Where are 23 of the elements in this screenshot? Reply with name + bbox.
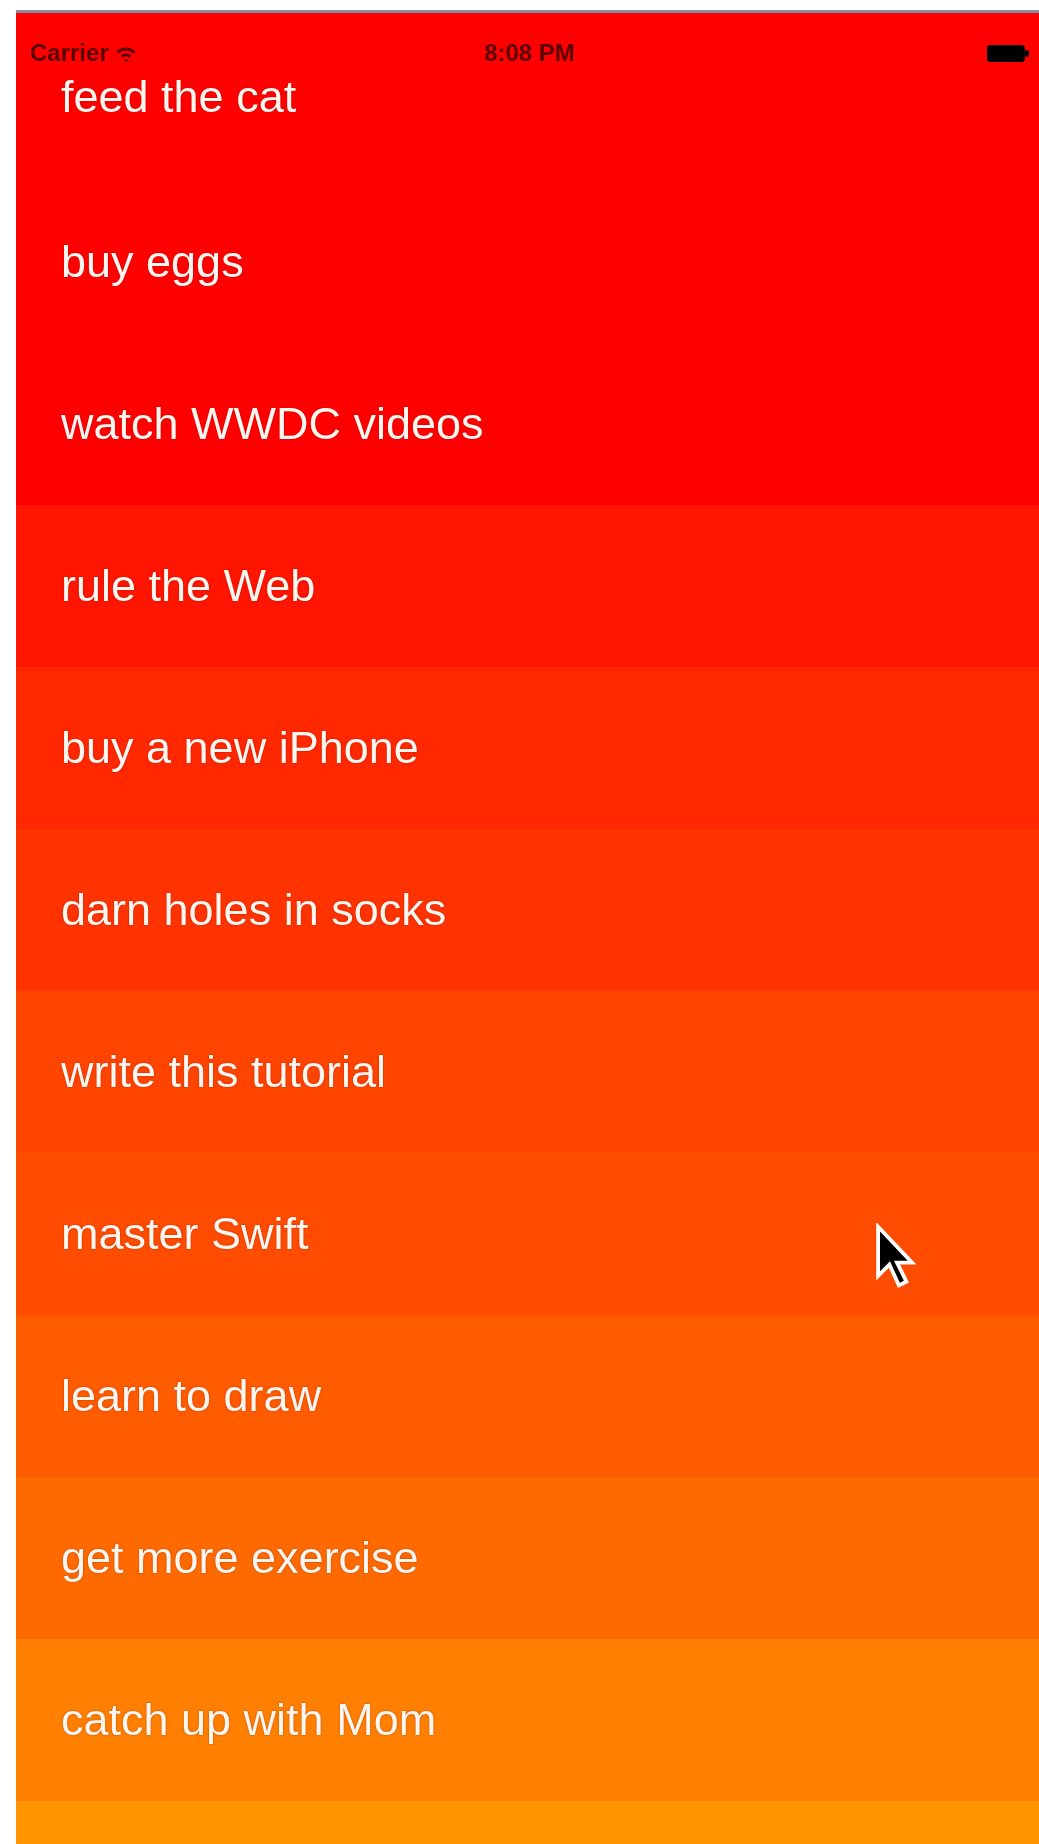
task-label: watch WWDC videos	[61, 398, 484, 450]
list-row[interactable]: write this tutorial	[16, 991, 1039, 1153]
task-label: feed the cat	[61, 71, 297, 123]
list-row[interactable]: catch up with Mom	[16, 1639, 1039, 1801]
task-label: rule the Web	[61, 560, 316, 612]
status-time: 8:08 PM	[484, 39, 575, 67]
task-label: buy eggs	[61, 236, 244, 288]
task-label: master Swift	[61, 1208, 309, 1260]
carrier-name: Carrier	[30, 39, 109, 67]
list-row[interactable]: learn to draw	[16, 1315, 1039, 1477]
list-row[interactable]: master Swift	[16, 1153, 1039, 1315]
task-label: buy a new iPhone	[61, 722, 419, 774]
task-label: get more exercise	[61, 1532, 419, 1584]
list-row[interactable]: watch WWDC videos	[16, 343, 1039, 505]
task-label: darn holes in socks	[61, 884, 447, 936]
list-row[interactable]: get more exercise	[16, 1477, 1039, 1639]
list-row[interactable]: buy a new iPhone	[16, 667, 1039, 829]
list-row[interactable]: darn holes in socks	[16, 829, 1039, 991]
task-label: catch up with Mom	[61, 1694, 437, 1746]
list-row[interactable]: rule the Web	[16, 505, 1039, 667]
task-label: write this tutorial	[61, 1046, 387, 1098]
task-label: learn to draw	[61, 1370, 322, 1422]
list-row[interactable]: buy eggs	[16, 181, 1039, 343]
